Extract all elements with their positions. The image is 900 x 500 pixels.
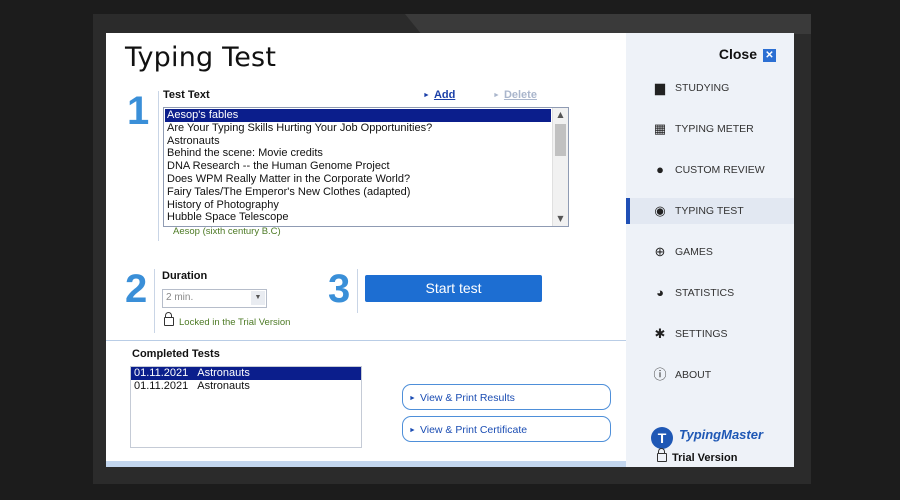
delete-link[interactable]: ► Delete: [493, 89, 537, 101]
lock-icon: [164, 312, 174, 326]
triangle-right-icon: ►: [409, 427, 416, 434]
close-button[interactable]: Close ✕: [719, 46, 776, 62]
scroll-down-icon[interactable]: ▼: [553, 212, 568, 226]
briefcase-icon: ▆: [655, 80, 665, 95]
view-certificate-label: View & Print Certificate: [419, 424, 528, 436]
test-name: Astronauts: [197, 367, 250, 379]
sidebar-item-games[interactable]: ⊕ GAMES: [626, 239, 794, 265]
info-icon: ⓘ: [653, 367, 667, 382]
view-results-label: View & Print Results: [419, 392, 515, 404]
scroll-thumb[interactable]: [555, 124, 566, 156]
sidebar-item-studying[interactable]: ▆ STUDYING: [626, 75, 794, 101]
list-item[interactable]: Does WPM Really Matter in the Corporate …: [165, 173, 551, 186]
chevron-down-icon: ▼: [251, 291, 265, 305]
list-scrollbar[interactable]: ▲ ▼: [552, 108, 568, 226]
list-item[interactable]: Aesop's fables: [165, 109, 551, 122]
duration-locked-note: Locked in the Trial Version: [164, 312, 291, 328]
sidebar-item-about[interactable]: ⓘ ABOUT: [626, 362, 794, 388]
sidebar: Close ✕ ▆ STUDYING ▦ TYPING METER ● CUSTOM REV…: [626, 33, 794, 467]
view-print-certificate-button[interactable]: ► View & Print Certificate: [402, 416, 611, 442]
target-icon: ◉: [654, 203, 666, 218]
lock-icon: [657, 448, 667, 462]
step-2-divider: [154, 269, 155, 333]
list-item[interactable]: Fairy Tales/The Emperor's New Clothes (a…: [165, 186, 551, 199]
sidebar-item-label: ABOUT: [675, 369, 712, 381]
text-author: Aesop (sixth century B.C): [173, 226, 281, 237]
sidebar-item-typing-meter[interactable]: ▦ TYPING METER: [626, 116, 794, 142]
duration-value: 2 min.: [166, 292, 194, 303]
typing-test-window: Typing Test 1 Test Text ► Add ► Delete Aes…: [106, 33, 794, 467]
add-link[interactable]: ► Add: [423, 89, 455, 101]
sidebar-item-typing-test[interactable]: ◉ TYPING TEST: [626, 198, 794, 224]
step-3-number: 3: [328, 267, 351, 311]
step-3-divider: [357, 269, 358, 313]
triangle-right-icon: ►: [493, 92, 500, 99]
list-item[interactable]: Behind the scene: Movie credits: [165, 147, 551, 160]
list-item[interactable]: Hubble Space Telescope: [165, 211, 551, 224]
step-1-divider: [158, 91, 159, 241]
test-date: 01.11.2021: [134, 367, 189, 379]
sidebar-item-statistics[interactable]: ◕ STATISTICS: [626, 280, 794, 306]
page-title: Typing Test: [125, 42, 277, 73]
typingmaster-logo: T TypingMaster: [651, 427, 763, 449]
list-item[interactable]: Astronauts: [165, 135, 551, 148]
main-panel: Typing Test 1 Test Text ► Add ► Delete Aes…: [106, 33, 626, 467]
start-test-button[interactable]: Start test: [365, 275, 542, 302]
triangle-right-icon: ►: [423, 92, 430, 99]
trial-text: Trial Version: [672, 452, 738, 464]
duration-label: Duration: [162, 270, 208, 282]
sidebar-item-label: SETTINGS: [675, 328, 728, 340]
completed-tests-label: Completed Tests: [132, 348, 220, 360]
bottom-rule: [106, 461, 626, 467]
view-print-results-button[interactable]: ► View & Print Results: [402, 384, 611, 410]
sidebar-item-label: TYPING TEST: [675, 205, 744, 217]
globe-icon: ⊕: [654, 244, 666, 259]
sidebar-item-label: GAMES: [675, 246, 713, 258]
sidebar-item-label: STUDYING: [675, 82, 730, 94]
trial-version-label: Trial Version: [657, 448, 738, 464]
step-1-number: 1: [127, 89, 150, 133]
sidebar-item-custom-review[interactable]: ● CUSTOM REVIEW: [626, 157, 794, 183]
add-label: Add: [433, 89, 456, 101]
sidebar-item-label: STATISTICS: [675, 287, 735, 299]
test-date: 01.11.2021: [134, 380, 189, 392]
close-label: Close: [718, 46, 757, 62]
person-icon: ●: [656, 162, 664, 177]
brand-name: TypingMaster: [679, 427, 764, 442]
sidebar-item-label: CUSTOM REVIEW: [675, 164, 765, 176]
step-2-number: 2: [125, 267, 148, 311]
list-item[interactable]: History of Photography: [165, 199, 551, 212]
section-divider: [106, 340, 626, 341]
close-icon: ✕: [763, 49, 776, 62]
table-row[interactable]: 01.11.2021 Astronauts: [131, 367, 361, 380]
triangle-right-icon: ►: [409, 395, 416, 402]
backdrop-slant: [405, 14, 811, 34]
test-text-label: Test Text: [163, 89, 210, 101]
pie-chart-icon: ◕: [656, 285, 664, 300]
duration-select[interactable]: 2 min. ▼: [162, 289, 267, 308]
sidebar-item-settings[interactable]: ✱ SETTINGS: [626, 321, 794, 347]
delete-label: Delete: [503, 89, 537, 101]
test-text-list[interactable]: Aesop's fables Are Your Typing Skills Hur…: [163, 107, 569, 227]
test-name: Astronauts: [197, 380, 250, 392]
locked-note-text: Locked in the Trial Version: [179, 317, 291, 328]
scroll-up-icon[interactable]: ▲: [553, 108, 568, 122]
test-text-items: Aesop's fables Are Your Typing Skills Hur…: [165, 109, 551, 224]
table-row[interactable]: 01.11.2021 Astronauts: [131, 380, 361, 393]
sidebar-item-label: TYPING METER: [675, 123, 754, 135]
calculator-icon: ▦: [653, 121, 667, 136]
completed-tests-list[interactable]: 01.11.2021 Astronauts 01.11.2021 Astronauts: [130, 366, 362, 448]
gear-icon: ✱: [654, 326, 666, 341]
typingmaster-logo-icon: T: [651, 427, 673, 449]
list-item[interactable]: DNA Research -- the Human Genome Project: [165, 160, 551, 173]
list-item[interactable]: Are Your Typing Skills Hurting Your Job …: [165, 122, 551, 135]
